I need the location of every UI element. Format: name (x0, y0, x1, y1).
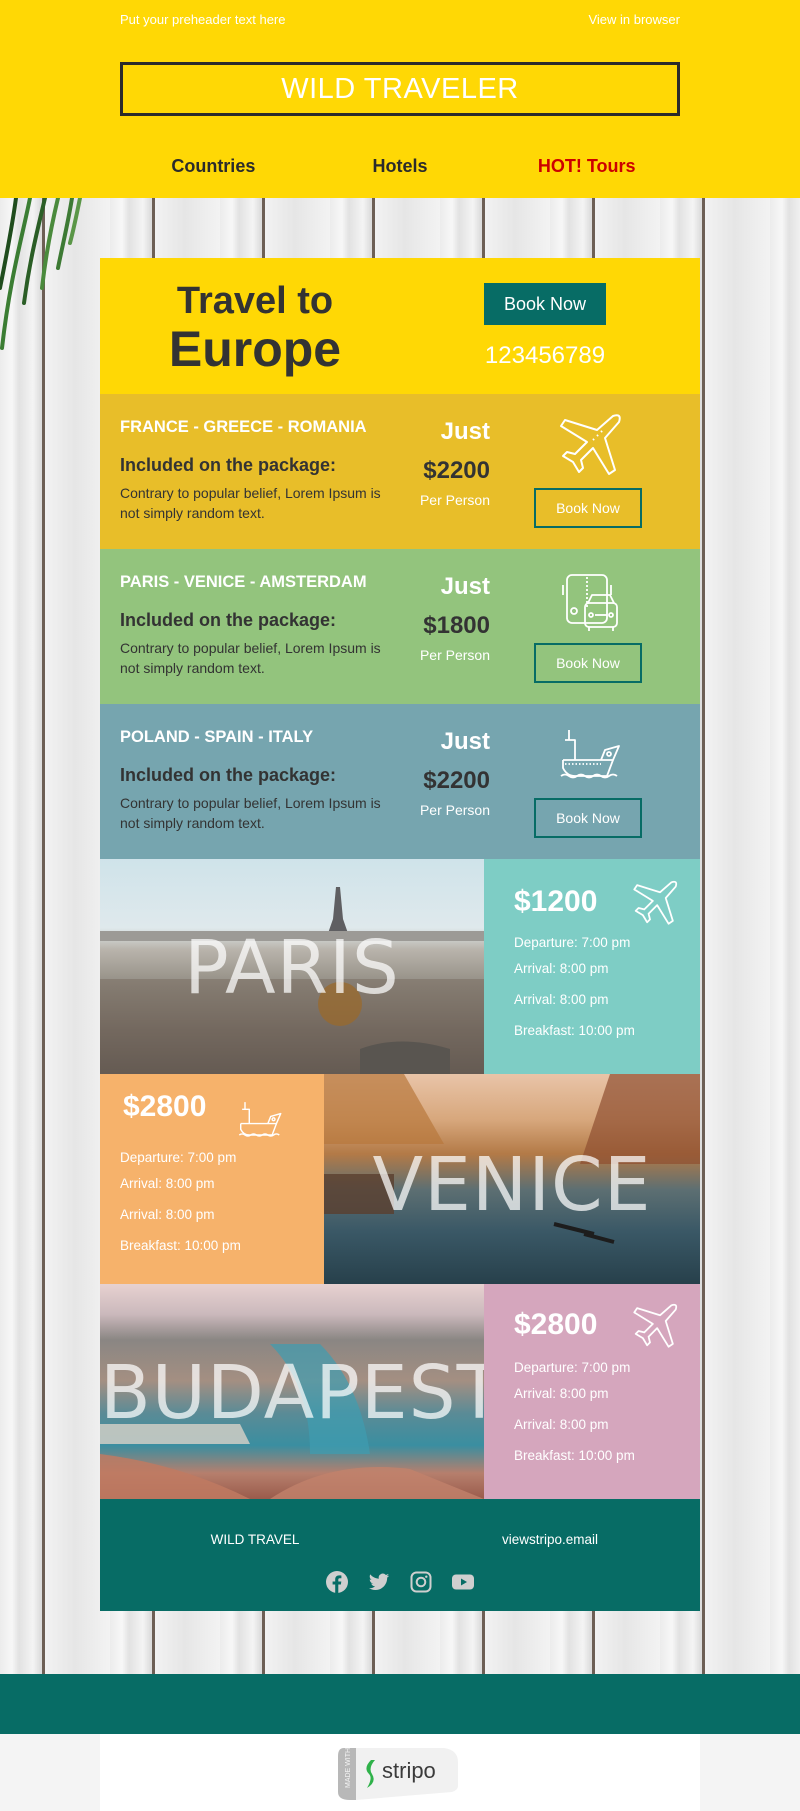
hero-title-line2: Europe (168, 321, 342, 377)
package-just-label: Just (440, 573, 490, 600)
package-price: $1800 (423, 612, 490, 639)
logo-text: WILD TRAVELER (281, 72, 519, 105)
city-price: $1200 (514, 885, 598, 918)
footer-site-link[interactable]: viewstripo.email (400, 1532, 700, 1547)
airplane-icon (633, 1303, 678, 1348)
package-included-heading: Included on the package: (120, 455, 337, 475)
airplane-icon (633, 880, 678, 925)
hero-title-line1: Travel to (176, 280, 334, 322)
schedule-line: Departure: 7:00 pm (514, 1360, 631, 1375)
package-per-person: Per Person (419, 802, 490, 818)
schedule-line: Departure: 7:00 pm (120, 1150, 237, 1165)
email-header: Put your preheader text here View in bro… (0, 0, 800, 198)
package-route: FRANCE - GREECE - ROMANIA (120, 418, 367, 436)
package-book-now-button[interactable]: Book Now (534, 798, 642, 838)
airplane-icon (560, 414, 621, 475)
city-schedule: Departure: 7:00 pm Arrival: 8:00 pm Arri… (514, 935, 635, 1049)
schedule-line: Arrival: 8:00 pm (514, 961, 609, 976)
city-name: PARIS (184, 925, 400, 1011)
city-info-panel: $1200 Departure: 7:00 pm Arrival: 8:00 p… (484, 859, 700, 1074)
hero-phone-number[interactable]: 123456789 (440, 342, 650, 370)
nav-item-hot-tours[interactable]: HOT! Tours (493, 156, 680, 180)
city-price: $2800 (123, 1090, 207, 1123)
schedule-line: Arrival: 8:00 pm (514, 992, 609, 1007)
ship-icon (560, 730, 620, 779)
package-card: POLAND - SPAIN - ITALY Included on the p… (100, 704, 700, 859)
bottom-band (0, 1674, 800, 1734)
schedule-line: Breakfast: 10:00 pm (514, 1023, 635, 1038)
package-route: PARIS - VENICE - AMSTERDAM (120, 573, 367, 591)
city-name: BUDAPEST (100, 1350, 484, 1436)
schedule-line: Arrival: 8:00 pm (514, 1386, 609, 1401)
city-name: VENICE (372, 1142, 652, 1228)
logo[interactable]: WILD TRAVELER (120, 62, 680, 116)
schedule-line: Arrival: 8:00 pm (120, 1176, 215, 1191)
made-with-label: MADE WITH (345, 1748, 352, 1788)
stripo-badge-area: MADE WITH stripo (100, 1734, 700, 1811)
schedule-line: Departure: 7:00 pm (514, 935, 631, 950)
package-just-label: Just (440, 728, 490, 755)
palm-leaf-decoration (0, 198, 82, 350)
package-just-label: Just (440, 418, 490, 445)
city-price: $2800 (514, 1308, 598, 1341)
stripo-logo[interactable]: MADE WITH stripo (338, 1744, 463, 1800)
paris-photo: PARIS (100, 859, 484, 1074)
nav-item-hotels[interactable]: Hotels (307, 156, 494, 180)
venice-photo: VENICE (324, 1074, 700, 1284)
view-in-browser-link[interactable]: View in browser (588, 12, 680, 27)
package-card: PARIS - VENICE - AMSTERDAM Included on t… (100, 549, 700, 704)
twitter-icon[interactable] (368, 1571, 390, 1593)
package-included-heading: Included on the package: (120, 610, 337, 630)
ship-icon (238, 1102, 282, 1137)
hero-book-now-button[interactable]: Book Now (484, 283, 606, 325)
schedule-line: Arrival: 8:00 pm (120, 1207, 215, 1222)
hero-section: Travel to Europe Book Now 123456789 (100, 258, 700, 394)
nav-item-countries[interactable]: Countries (120, 156, 307, 180)
package-per-person: Per Person (419, 647, 490, 663)
schedule-line: Breakfast: 10:00 pm (514, 1448, 635, 1463)
bus-car-icon (562, 574, 618, 631)
social-links (100, 1571, 700, 1593)
footer-brand: WILD TRAVEL (210, 1532, 300, 1547)
city-info-panel: $2800 Departure: 7:00 pm Arrival: 8:00 p… (484, 1284, 700, 1499)
package-price: $2200 (423, 457, 490, 484)
package-included-heading: Included on the package: (120, 765, 337, 785)
package-price: $2200 (423, 767, 490, 794)
city-card-paris: PARIS $1200 Departure: 7:00 pm Arrival: … (100, 859, 700, 1074)
schedule-line: Arrival: 8:00 pm (514, 1417, 609, 1432)
stripo-brand-text: stripo (382, 1758, 436, 1783)
schedule-line: Breakfast: 10:00 pm (120, 1238, 241, 1253)
budapest-photo: BUDAPEST (100, 1284, 484, 1499)
package-book-now-button[interactable]: Book Now (534, 488, 642, 528)
package-per-person: Per Person (419, 492, 490, 508)
city-card-budapest: BUDAPEST $2800 Departure: 7:00 pm Arriva… (100, 1284, 700, 1499)
instagram-icon[interactable] (410, 1571, 432, 1593)
main-container: Travel to Europe Book Now 123456789 FRAN… (100, 258, 700, 1611)
facebook-icon[interactable] (326, 1571, 348, 1593)
package-card: FRANCE - GREECE - ROMANIA Included on th… (100, 394, 700, 549)
youtube-icon[interactable] (452, 1571, 474, 1593)
city-info-panel: $2800 Departure: 7:00 pm Arrival: 8:00 p… (100, 1074, 324, 1284)
main-nav: Countries Hotels HOT! Tours (120, 156, 680, 180)
package-book-now-button[interactable]: Book Now (534, 643, 642, 683)
city-schedule: Departure: 7:00 pm Arrival: 8:00 pm Arri… (514, 1360, 635, 1474)
city-schedule: Departure: 7:00 pm Arrival: 8:00 pm Arri… (120, 1150, 241, 1264)
footer: WILD TRAVEL viewstripo.email (100, 1499, 700, 1611)
preheader-text: Put your preheader text here (120, 12, 286, 27)
package-route: POLAND - SPAIN - ITALY (120, 728, 314, 746)
city-card-venice: $2800 Departure: 7:00 pm Arrival: 8:00 p… (100, 1074, 700, 1284)
